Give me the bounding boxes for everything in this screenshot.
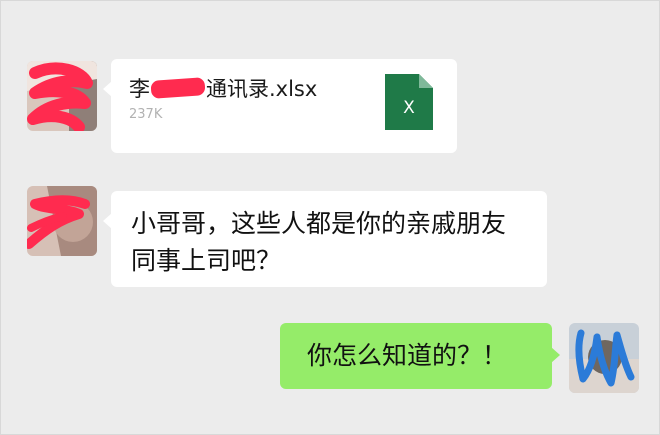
excel-file-icon: X bbox=[385, 74, 433, 130]
message-text: 小哥哥，这些人都是你的亲戚朋友同事上司吧？ bbox=[131, 209, 507, 275]
file-size: 237K bbox=[129, 107, 163, 122]
svg-text:X: X bbox=[403, 98, 415, 118]
contact-avatar[interactable] bbox=[27, 186, 97, 256]
file-name-suffix: 通讯录.xlsx bbox=[206, 77, 318, 101]
redacted-avatar-image bbox=[569, 323, 639, 393]
file-message-bubble[interactable]: 李 通讯录.xlsx 237K X bbox=[103, 59, 457, 153]
reply-message-bubble[interactable]: 你怎么知道的？！ bbox=[280, 323, 560, 389]
message-text: 你怎么知道的？！ bbox=[307, 341, 508, 370]
redacted-avatar-image bbox=[27, 61, 97, 131]
redacted-avatar-image bbox=[27, 186, 97, 256]
self-avatar[interactable] bbox=[569, 323, 639, 393]
text-message-bubble[interactable]: 小哥哥，这些人都是你的亲戚朋友同事上司吧？ bbox=[103, 191, 547, 287]
file-name: 李 通讯录.xlsx bbox=[129, 73, 317, 103]
redaction-mark bbox=[150, 77, 206, 99]
file-name-prefix: 李 bbox=[129, 77, 150, 101]
contact-avatar[interactable] bbox=[27, 61, 97, 131]
chat-view: 李 通讯录.xlsx 237K X 小哥哥，这些人都是你的亲戚朋友同事上司吧？ 你… bbox=[0, 0, 660, 435]
